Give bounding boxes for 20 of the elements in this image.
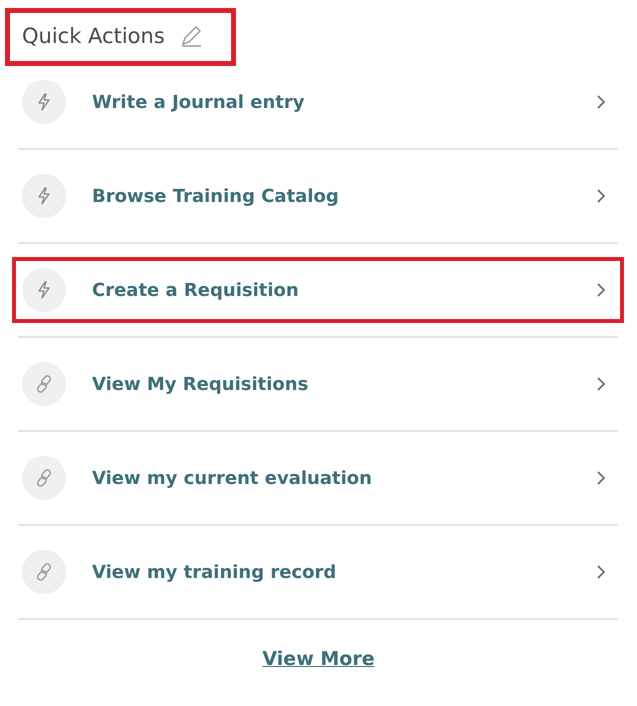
lightning-icon — [36, 186, 52, 206]
link-icon — [34, 468, 54, 488]
lightning-icon — [36, 92, 52, 112]
chevron-right-icon — [596, 188, 606, 204]
action-row[interactable]: Write a Journal entry — [12, 69, 624, 135]
link-icon — [34, 562, 54, 582]
chevron-right-icon — [596, 282, 606, 298]
chevron-right-icon — [596, 470, 606, 486]
view-more-link[interactable]: View More — [262, 648, 375, 670]
link-icon — [34, 374, 54, 394]
action-row[interactable]: View My Requisitions — [12, 351, 624, 417]
action-row[interactable]: View my current evaluation — [12, 445, 624, 511]
chevron-right-icon — [596, 564, 606, 580]
action-row[interactable]: Browse Training Catalog — [12, 163, 624, 229]
chevron-right-icon — [596, 376, 606, 392]
panel-title: Quick Actions — [22, 24, 165, 48]
chevron-right-icon — [596, 94, 606, 110]
action-row[interactable]: Create a Requisition — [12, 257, 624, 323]
lightning-icon — [36, 280, 52, 300]
action-row[interactable]: View my training record — [12, 539, 624, 605]
